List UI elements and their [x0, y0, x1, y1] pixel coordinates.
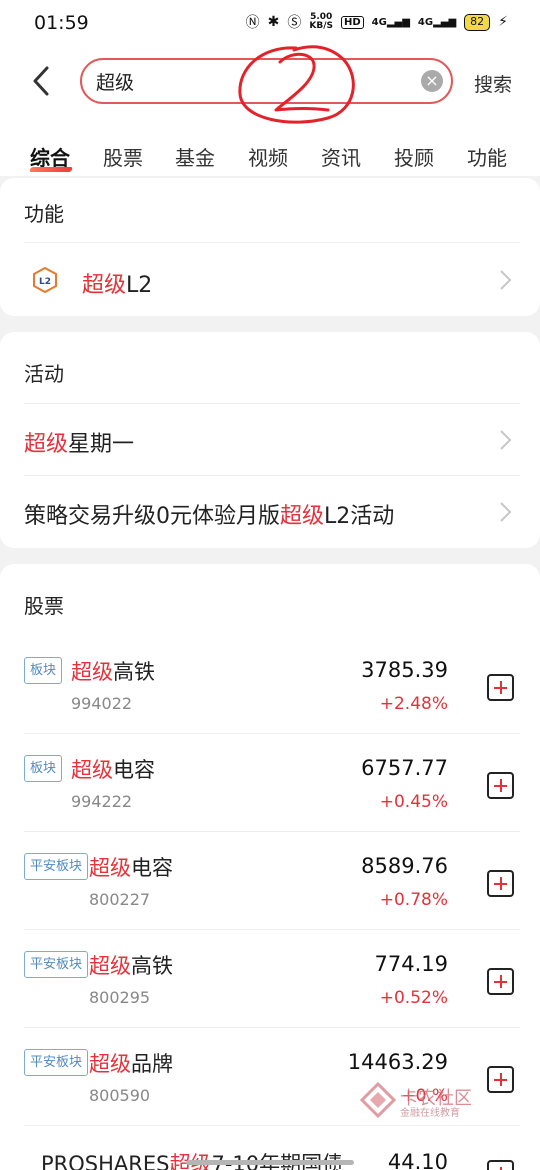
search-header: × 搜索: [0, 45, 540, 126]
search-button[interactable]: 搜索: [474, 70, 512, 97]
stock-price: 6757.77: [361, 756, 448, 780]
active-tab-indicator: [28, 167, 74, 172]
watermark-subtext: 金融在线教育: [400, 1108, 460, 1119]
tab-features[interactable]: 功能: [467, 142, 507, 171]
stock-change: +2.48%: [379, 694, 448, 714]
stock-name: 超级电容: [89, 856, 173, 880]
features-card: 功能 L2 超级L2: [0, 178, 540, 316]
stock-change: +0.52%: [379, 988, 448, 1008]
chevron-right-icon: [500, 430, 512, 450]
back-arrow-icon[interactable]: [28, 64, 56, 98]
stock-badge: 平安板块: [24, 951, 89, 978]
stock-badge: 板块: [24, 755, 63, 782]
activity-item-2-label: 策略交易升级0元体验月版超级L2活动: [24, 504, 395, 529]
vpn-icon: Ⓢ: [287, 15, 302, 31]
stock-name: 超级高铁: [71, 660, 155, 684]
stock-name: 超级高铁: [89, 954, 173, 978]
stock-price: 3785.39: [361, 658, 448, 682]
add-watchlist-button[interactable]: [487, 1066, 514, 1093]
tab-funds[interactable]: 基金: [175, 142, 215, 171]
hd-icon: HD: [340, 15, 364, 29]
chevron-right-icon: [500, 502, 512, 522]
stock-row[interactable]: 板块 超级高铁 994022 3785.39 +2.48%: [24, 636, 520, 734]
activities-title: 活动: [24, 362, 64, 386]
stock-code: 800227: [89, 890, 151, 909]
home-indicator[interactable]: [186, 1160, 354, 1165]
activity-item-2[interactable]: 策略交易升级0元体验月版超级L2活动: [24, 475, 520, 548]
status-bar: 01:59 Ⓝ ✱ Ⓢ 5.00 KB/S HD 4G▂▄▆ 4G▂▄▆ 82 …: [0, 0, 540, 46]
add-watchlist-button[interactable]: [487, 674, 514, 701]
stock-price: 774.19: [374, 952, 448, 976]
stock-name: PROSHARES超级7-10年期国债: [41, 1152, 343, 1170]
feature-item-label: 超级L2: [82, 273, 153, 298]
stocks-title: 股票: [24, 594, 64, 618]
svg-text:L2: L2: [39, 277, 51, 287]
tab-advisors[interactable]: 投顾: [394, 142, 434, 171]
search-box[interactable]: ×: [80, 58, 453, 104]
add-watchlist-button[interactable]: [487, 968, 514, 995]
features-title: 功能: [24, 202, 64, 226]
status-icons: Ⓝ ✱ Ⓢ 5.00 KB/S HD 4G▂▄▆ 4G▂▄▆ 82 ⚡: [246, 12, 508, 32]
stock-badge: 平安板块: [24, 1049, 89, 1076]
stock-code: 994022: [71, 694, 133, 713]
tab-stocks[interactable]: 股票: [103, 142, 143, 171]
signal-icon: 4G▂▄▆: [371, 16, 410, 28]
add-watchlist-button[interactable]: [487, 772, 514, 799]
stock-name: 超级品牌: [89, 1052, 173, 1076]
activities-card: 活动 超级星期一 策略交易升级0元体验月版超级L2活动: [0, 332, 540, 548]
feature-item-super-l2[interactable]: L2 超级L2: [24, 242, 520, 316]
stock-price: 14463.29: [347, 1050, 448, 1074]
stock-change: +0.78%: [379, 890, 448, 910]
l2-icon: L2: [33, 267, 57, 293]
stock-price: 44.10: [387, 1150, 448, 1170]
category-tabs: 综合 股票 基金 视频 资讯 投顾 功能: [0, 126, 540, 176]
tab-news[interactable]: 资讯: [321, 142, 361, 171]
signal-icon-2: 4G▂▄▆: [417, 16, 457, 28]
status-time: 01:59: [34, 12, 89, 34]
stock-price: 8589.76: [361, 854, 448, 878]
network-speed: 5.00 KB/S: [309, 12, 333, 31]
search-input[interactable]: [96, 68, 416, 94]
stock-code: 994222: [71, 792, 133, 811]
stock-code: 800590: [89, 1086, 151, 1105]
charging-icon: ⚡: [498, 14, 508, 30]
bluetooth-icon: ✱: [267, 14, 280, 30]
stock-row[interactable]: 平安板块 超级高铁 800295 774.19 +0.52%: [24, 930, 520, 1028]
tab-videos[interactable]: 视频: [248, 142, 288, 171]
add-watchlist-button[interactable]: [487, 1160, 514, 1170]
add-watchlist-button[interactable]: [487, 870, 514, 897]
stock-badge: 板块: [24, 657, 63, 684]
stock-name: 超级电容: [71, 758, 155, 782]
stock-badge: 平安板块: [24, 853, 89, 880]
stock-code: 800295: [89, 988, 151, 1007]
stock-row[interactable]: 板块 超级电容 994222 6757.77 +0.45%: [24, 734, 520, 832]
battery-icon: 82: [464, 13, 491, 31]
watermark: 卡农社区 金融在线教育: [360, 1080, 490, 1120]
stock-row[interactable]: 平安板块 超级电容 800227 8589.76 +0.78%: [24, 832, 520, 930]
nfc-icon: Ⓝ: [245, 15, 260, 31]
chevron-right-icon: [500, 270, 512, 290]
stock-change: +0.45%: [379, 792, 448, 812]
clear-icon[interactable]: ×: [421, 70, 443, 92]
watermark-logo-icon: [360, 1082, 396, 1118]
activity-item-1-label: 超级星期一: [24, 432, 135, 457]
activity-item-1[interactable]: 超级星期一: [24, 403, 520, 475]
